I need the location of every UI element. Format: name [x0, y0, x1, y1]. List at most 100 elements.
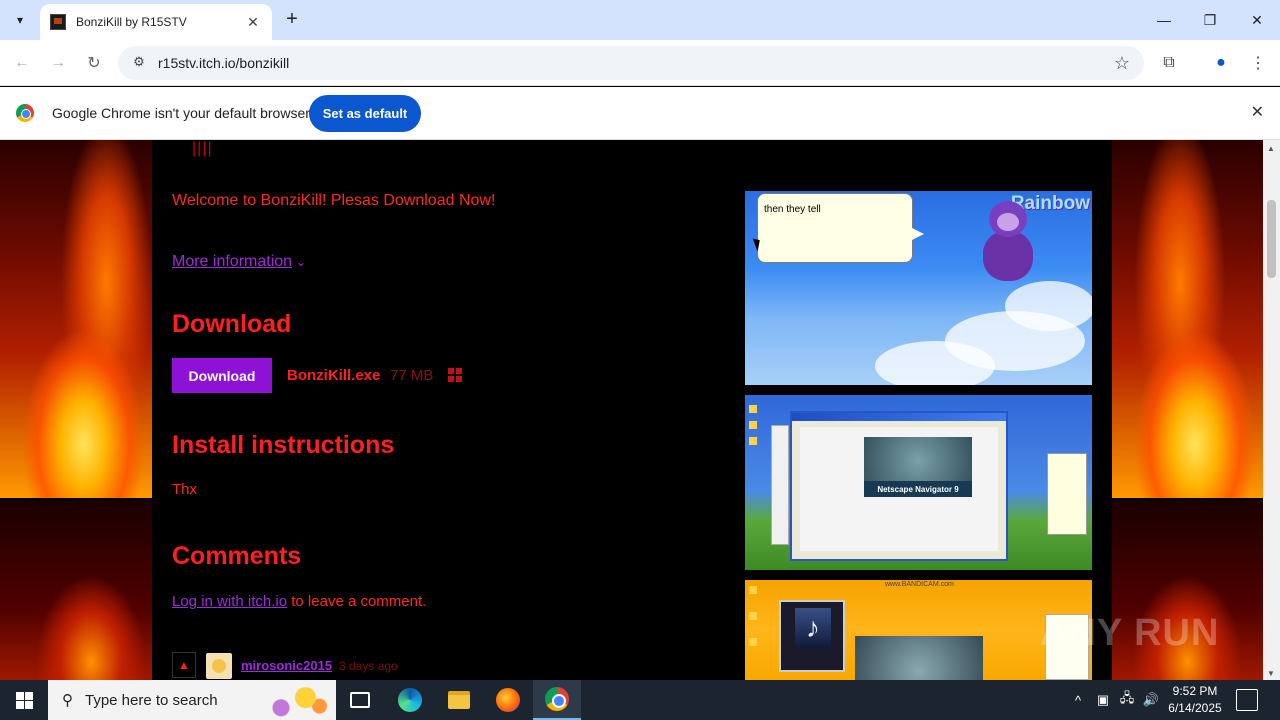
set-as-default-button[interactable]: Set as default [309, 95, 421, 132]
login-link[interactable]: Log in with itch.io [172, 593, 287, 610]
restore-button[interactable]: ❐ [1187, 0, 1233, 40]
install-instructions-heading: Install instructions [172, 431, 395, 459]
reload-icon[interactable]: ↻ [80, 49, 108, 77]
firefox-icon [496, 688, 520, 712]
bookmark-star-icon[interactable]: ☆ [1114, 53, 1130, 74]
new-tab-button[interactable]: + [280, 8, 304, 32]
taskbar-search[interactable]: ⚲ Type here to search [48, 680, 336, 720]
screenshot-2[interactable]: Netscape Navigator 9 [745, 395, 1092, 570]
folder-icon [448, 691, 470, 709]
chrome-taskbar-button[interactable] [533, 680, 581, 720]
comment-timestamp: 3 days ago [339, 659, 398, 673]
desktop-icon [749, 405, 757, 413]
scroll-down-icon[interactable]: ▼ [1267, 669, 1275, 678]
login-suffix: to leave a comment. [287, 593, 427, 610]
side-note-panel [1047, 453, 1087, 535]
tray-overflow-icon[interactable]: ^ [1068, 680, 1088, 720]
netscape-label: Netscape Navigator 9 [864, 481, 972, 497]
device-icon[interactable]: ▣ [1093, 680, 1113, 720]
itch-favicon-icon [50, 14, 66, 30]
comment-username[interactable]: mirosonic2015 [241, 658, 332, 673]
anyrun-watermark: ANY RUN [1040, 612, 1220, 654]
task-view-button[interactable] [336, 680, 384, 720]
start-button[interactable] [0, 680, 48, 720]
minimize-button[interactable]: — [1141, 0, 1187, 40]
bonzi-character-icon [977, 201, 1039, 291]
network-icon[interactable]: 🖧 [1116, 680, 1138, 720]
tab-strip: ▾ BonziKill by R15STV ✕ + — ❐ ✕ [0, 0, 1280, 40]
taskbar-clock[interactable]: 9:52 PM 6/14/2025 [1160, 683, 1230, 717]
volume-icon[interactable]: 🔊 [1140, 680, 1162, 720]
login-prompt: Log in with itch.io to leave a comment. [172, 593, 426, 610]
comment-item: ▲ mirosonic2015 3 days ago [172, 652, 572, 680]
desktop-icon [749, 421, 757, 429]
scroll-up-icon[interactable]: ▲ [1267, 144, 1275, 153]
netscape-wheel-image [855, 636, 983, 680]
infobar-message: Google Chrome isn't your default browser [52, 105, 310, 121]
bandicam-caption: www.BANDICAM.com [885, 581, 954, 588]
xp-browser-window: Netscape Navigator 9 [790, 411, 1008, 561]
description-text: Welcome to BonziKill! Plesas Download No… [172, 192, 496, 209]
tab-title: BonziKill by R15STV [76, 15, 187, 29]
extensions-icon[interactable]: ⧉ [1155, 49, 1183, 77]
close-window-button[interactable]: ✕ [1234, 0, 1280, 40]
back-arrow-icon[interactable]: ← [8, 49, 36, 77]
desktop-panel [771, 425, 789, 545]
banner-fragment: |||| [192, 140, 213, 157]
speech-bubble-text: then they tell [764, 204, 821, 215]
download-button[interactable]: Download [172, 358, 272, 393]
chrome-logo-icon [16, 104, 34, 122]
windows-platform-icon [448, 368, 462, 382]
chrome-icon [545, 687, 569, 711]
download-file-name: BonziKill.exe [287, 367, 381, 384]
edge-taskbar-button[interactable] [386, 680, 434, 720]
search-highlight-image [260, 684, 330, 718]
screenshot-1[interactable]: then they tell Rainbow [745, 191, 1092, 385]
install-instructions-text: Thx [172, 481, 198, 498]
notification-center-icon[interactable] [1236, 689, 1258, 711]
more-information-link[interactable]: More information ⌄ [172, 253, 306, 271]
desktop-icon [749, 586, 757, 594]
more-information-label[interactable]: More information [172, 253, 292, 270]
avatar[interactable] [206, 653, 232, 679]
task-view-icon [350, 692, 370, 708]
forward-arrow-icon[interactable]: → [44, 49, 72, 77]
fire-background-left-lower [0, 500, 152, 680]
netscape-logo: Netscape Navigator 9 [864, 437, 972, 497]
windows-logo-icon [15, 691, 33, 709]
firefox-taskbar-button[interactable] [484, 680, 532, 720]
address-bar[interactable]: ⚙ r15stv.itch.io/bonzikill ☆ [118, 46, 1144, 80]
default-browser-infobar: Google Chrome isn't your default browser… [0, 87, 1280, 140]
tab-close-icon[interactable]: ✕ [244, 14, 262, 31]
download-file-size: 77 MB [390, 367, 434, 384]
page-scrollbar[interactable]: ▲ ▼ [1263, 140, 1280, 680]
chevron-down-icon: ⌄ [296, 255, 307, 269]
tab-search-button[interactable]: ▾ [6, 6, 34, 34]
desktop-icon [749, 638, 757, 646]
desktop-icon [749, 612, 757, 620]
infobar-close-icon[interactable]: ✕ [1251, 102, 1264, 122]
comments-heading: Comments [172, 542, 302, 570]
fire-background-left [0, 140, 152, 498]
tab-bonzikill[interactable]: BonziKill by R15STV ✕ [40, 4, 272, 40]
url-text[interactable]: r15stv.itch.io/bonzikill [158, 55, 289, 71]
media-player-window: ♪ [779, 600, 845, 672]
clock-date: 6/14/2025 [1168, 701, 1222, 715]
profile-icon[interactable]: ● [1207, 49, 1235, 77]
download-heading: Download [172, 310, 292, 338]
music-note-icon: ♪ [795, 608, 831, 648]
file-explorer-taskbar-button[interactable] [435, 680, 483, 720]
scrollbar-thumb[interactable] [1267, 200, 1276, 278]
search-icon: ⚲ [62, 692, 73, 709]
windows-taskbar: ⚲ Type here to search ^ ▣ 🖧 🔊 9:52 PM 6/… [0, 680, 1280, 720]
menu-kebab-icon[interactable]: ⋮ [1244, 49, 1272, 77]
site-info-icon[interactable]: ⚙ [130, 54, 148, 72]
webpage: |||| Welcome to BonziKill! Plesas Downlo… [0, 140, 1263, 680]
upvote-arrow-icon[interactable]: ▲ [172, 652, 196, 678]
game-page-column: |||| Welcome to BonziKill! Plesas Downlo… [152, 140, 1112, 680]
search-placeholder: Type here to search [85, 691, 218, 709]
speech-bubble: then they tell [757, 193, 924, 263]
fire-background-right [1112, 140, 1263, 498]
desktop-icon [749, 437, 757, 445]
edge-icon [398, 688, 422, 712]
